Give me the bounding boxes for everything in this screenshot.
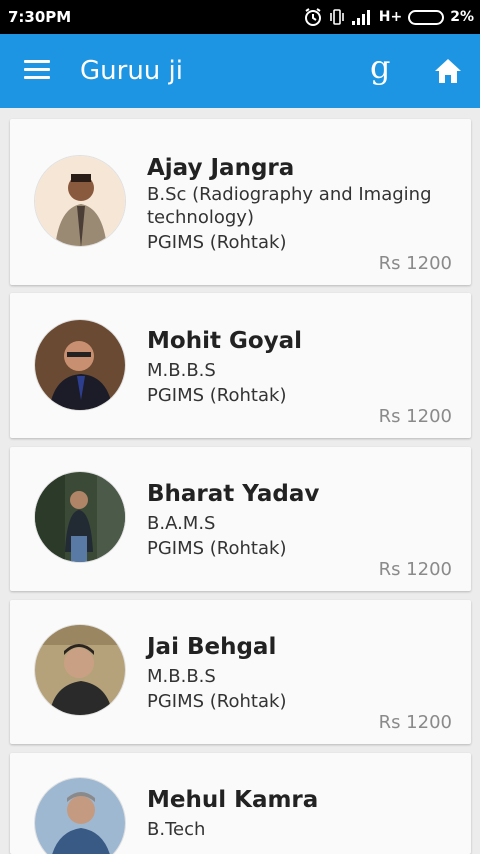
tutor-price: Rs 1200 [378, 406, 452, 427]
battery-icon [408, 9, 445, 25]
network-type: H+ [378, 9, 403, 25]
vibrate-icon [329, 7, 345, 27]
tutor-name: Jai Behgal [147, 634, 277, 660]
tutor-college: PGIMS (Rohtak) [147, 538, 287, 559]
tutor-price: Rs 1200 [378, 253, 452, 274]
tutor-name: Mohit Goyal [147, 328, 303, 354]
avatar [34, 777, 126, 854]
tutor-college: PGIMS (Rohtak) [147, 385, 287, 406]
home-icon[interactable] [433, 56, 463, 86]
status-time: 7:30PM [8, 8, 72, 26]
tutor-card[interactable]: Bharat Yadav B.A.M.S PGIMS (Rohtak) Rs 1… [10, 447, 471, 591]
status-icons: H+ 2% [303, 6, 474, 28]
tutor-name: Ajay Jangra [147, 155, 295, 181]
avatar [34, 155, 126, 247]
tutor-college: PGIMS (Rohtak) [147, 232, 287, 253]
tutor-course: B.A.M.S [147, 513, 216, 534]
alarm-icon [303, 7, 323, 27]
tutor-price: Rs 1200 [378, 712, 452, 733]
signal-icon [351, 8, 373, 26]
tutor-course: B.Sc (Radiography and Imaging technology… [147, 184, 432, 228]
app-title: Guruu ji [80, 56, 183, 86]
tutor-card[interactable]: Mehul Kamra B.Tech [10, 753, 471, 854]
tutor-college: PGIMS (Rohtak) [147, 691, 287, 712]
tutor-course: B.Tech [147, 819, 206, 840]
tutor-name: Bharat Yadav [147, 481, 320, 507]
tutor-course: M.B.B.S [147, 666, 216, 687]
battery-percent: 2% [450, 9, 474, 25]
tutor-name: Mehul Kamra [147, 787, 319, 813]
avatar [34, 624, 126, 716]
guruuji-logo[interactable]: g [370, 48, 400, 88]
tutor-course: M.B.B.S [147, 360, 216, 381]
status-bar: 7:30PM H+ 2% [0, 0, 480, 34]
tutor-price: Rs 1200 [378, 559, 452, 580]
tutor-card[interactable]: Mohit Goyal M.B.B.S PGIMS (Rohtak) Rs 12… [10, 293, 471, 438]
tutor-card[interactable]: Ajay Jangra B.Sc (Radiography and Imagin… [10, 119, 471, 285]
tutor-card[interactable]: Jai Behgal M.B.B.S PGIMS (Rohtak) Rs 120… [10, 600, 471, 744]
app-bar: Guruu ji g [0, 34, 480, 108]
avatar [34, 471, 126, 563]
avatar [34, 319, 126, 411]
menu-icon[interactable] [24, 60, 50, 80]
